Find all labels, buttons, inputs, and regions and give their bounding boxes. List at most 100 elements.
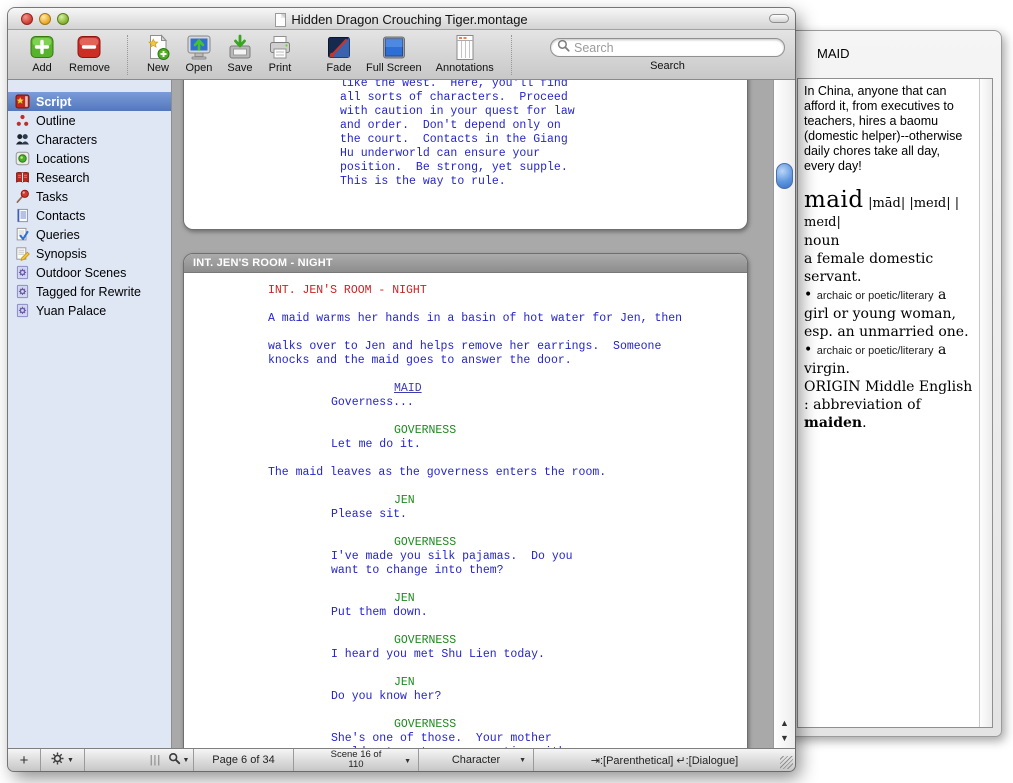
save-button[interactable]: Save: [227, 34, 253, 74]
tasks-icon: [15, 189, 31, 204]
vertical-scrollbar[interactable]: ▲ ▼: [773, 80, 795, 748]
scroll-down-arrow[interactable]: ▼: [774, 731, 795, 746]
outline-icon: [15, 113, 31, 128]
script-action-line: A maid warms her hands in a basin of hot…: [268, 312, 747, 326]
scene-selector[interactable]: Scene 16 of 110 ▼: [294, 749, 419, 771]
keyboard-shortcut-hint: ⇥:[Parenthetical] ↵:[Dialogue]: [534, 749, 795, 771]
panel-text-area[interactable]: In China, anyone that can afford it, fro…: [798, 79, 979, 727]
title-group: Hidden Dragon Crouching Tiger.montage: [8, 11, 795, 29]
script-dialogue-line: Hu underworld can ensure your: [340, 147, 747, 161]
panel-title: MAID: [817, 46, 850, 61]
script-editor-viewport[interactable]: like the west. Here, you'll findall sort…: [172, 80, 773, 748]
script-page-previous[interactable]: like the west. Here, you'll findall sort…: [183, 80, 748, 230]
sidebar-item-contacts[interactable]: Contacts: [8, 206, 171, 225]
script-scene-line: INT. JEN'S ROOM - NIGHT: [268, 284, 747, 298]
element-type-selector[interactable]: Character ▼: [419, 749, 534, 771]
search-input[interactable]: Search: [550, 38, 785, 57]
new-button[interactable]: New: [145, 34, 171, 74]
script-blank-line: [184, 522, 747, 536]
sidebar-item-locations[interactable]: Locations: [8, 149, 171, 168]
script-dlg-line: Put them down.: [331, 606, 747, 620]
dictionary-part-of-speech: noun: [804, 233, 839, 249]
window-resize-grip[interactable]: [780, 756, 793, 769]
sidebar-item-tasks[interactable]: Tasks: [8, 187, 171, 206]
script-action-line: knocks and the maid goes to answer the d…: [268, 354, 747, 368]
character-note[interactable]: In China, anyone that can afford it, fro…: [804, 84, 973, 174]
toolbar: Add Remove New Open Save Print Fade Full Screen…: [8, 30, 795, 80]
scene-doc-icon: [15, 284, 31, 299]
search-group: Search Search: [550, 34, 785, 72]
sidebar-item-label: Contacts: [36, 209, 85, 223]
remove-button[interactable]: Remove: [69, 34, 110, 74]
script-dlg-line: Do you know her?: [331, 690, 747, 704]
sidebar-item-label: Synopsis: [36, 247, 87, 261]
scrollbar-thumb[interactable]: [776, 163, 793, 189]
toolbar-toggle-pill[interactable]: [769, 14, 789, 23]
sidebar-item-synopsis[interactable]: Synopsis: [8, 244, 171, 263]
scene-header-bar[interactable]: INT. JEN'S ROOM - NIGHT: [184, 254, 747, 273]
sidebar-item-label: Tagged for Rewrite: [36, 285, 141, 299]
window-title: Hidden Dragon Crouching Tiger.montage: [291, 12, 527, 27]
print-icon: [267, 34, 293, 61]
sidebar-item-script[interactable]: Script: [8, 92, 171, 111]
bullet-icon: •: [804, 287, 817, 303]
script-dlg-line: I heard you met Shu Lien today.: [331, 648, 747, 662]
add-button[interactable]: Add: [29, 34, 55, 74]
print-button[interactable]: Print: [267, 34, 293, 74]
script-blank-line: [184, 578, 747, 592]
script-char-line: GOVERNESS: [394, 536, 747, 550]
toolbar-separator: [511, 35, 512, 75]
zoom-menu-button[interactable]: ▼: [164, 749, 194, 771]
dictionary-entry: maid |mād| |meɪd| | meɪd| noun a female …: [804, 191, 973, 432]
remove-icon: [76, 34, 102, 61]
add-element-button[interactable]: +: [8, 749, 41, 771]
fade-button[interactable]: Fade: [326, 34, 352, 74]
contacts-icon: [15, 208, 31, 223]
full-screen-button[interactable]: Full Screen: [366, 34, 422, 74]
toolbar-button-label: Open: [186, 62, 213, 74]
locations-icon: [15, 151, 31, 166]
sidebar-item-characters[interactable]: Characters: [8, 130, 171, 149]
sidebar-item-label: Outline: [36, 114, 76, 128]
title-bar[interactable]: Hidden Dragon Crouching Tiger.montage: [8, 8, 795, 30]
search-placeholder: Search: [574, 41, 614, 55]
open-icon: [185, 34, 213, 61]
chevron-down-icon: ▼: [67, 757, 74, 764]
dictionary-origin-tail: .: [862, 415, 866, 431]
script-dlg-line: She's one of those. Your mother: [331, 732, 747, 746]
chevron-down-icon: ▼: [183, 757, 190, 764]
sidebar-item-outline[interactable]: Outline: [8, 111, 171, 130]
research-icon: [15, 170, 31, 185]
sidebar-item-yuan-palace[interactable]: Yuan Palace: [8, 301, 171, 320]
open-button[interactable]: Open: [185, 34, 213, 74]
script-char-line: GOVERNESS: [394, 424, 747, 438]
sidebar-item-label: Research: [36, 171, 90, 185]
script-blank-line: [184, 326, 747, 340]
action-gear-button[interactable]: ▼: [41, 749, 85, 771]
script-charlink-line[interactable]: MAID: [394, 382, 747, 396]
scroll-up-arrow[interactable]: ▲: [774, 716, 795, 731]
pane-drag-handle[interactable]: |||: [147, 749, 164, 771]
annotations-button[interactable]: Annotations: [436, 34, 494, 74]
toolbar-group: New Open Save Print Fade Full Screen Annotatio…: [138, 34, 501, 74]
script-page-text: like the west. Here, you'll findall sort…: [184, 80, 747, 189]
script-char-line: GOVERNESS: [394, 718, 747, 732]
script-blank-line: [184, 368, 747, 382]
fullscreen-icon: [381, 34, 407, 61]
status-bar: + ▼ ||| ▼ Page 6 of 34 Scene 16 of 110 ▼…: [8, 748, 795, 771]
sidebar-item-research[interactable]: Research: [8, 168, 171, 187]
sidebar-item-outdoor-scenes[interactable]: Outdoor Scenes: [8, 263, 171, 282]
script-blank-line: [184, 298, 747, 312]
sidebar: Script Outline CharactersLocations Research…: [8, 80, 172, 748]
reference-panel-window: MAID In China, anyone that can afford it…: [786, 30, 1002, 737]
panel-scrollbar[interactable]: [979, 79, 992, 727]
script-dlg-line: I've made you silk pajamas. Do you: [331, 550, 747, 564]
synopsis-icon: [15, 246, 31, 261]
sidebar-item-queries[interactable]: Queries: [8, 225, 171, 244]
sidebar-item-tagged-for-rewrite[interactable]: Tagged for Rewrite: [8, 282, 171, 301]
script-dialogue-line: all sorts of characters. Proceed: [340, 91, 747, 105]
script-page-current[interactable]: INT. JEN'S ROOM - NIGHT INT. JEN'S ROOM …: [183, 253, 748, 748]
document-proxy-icon: [275, 13, 286, 27]
add-icon: [29, 34, 55, 61]
dictionary-usage-label: archaic or poetic/literary: [817, 290, 934, 302]
